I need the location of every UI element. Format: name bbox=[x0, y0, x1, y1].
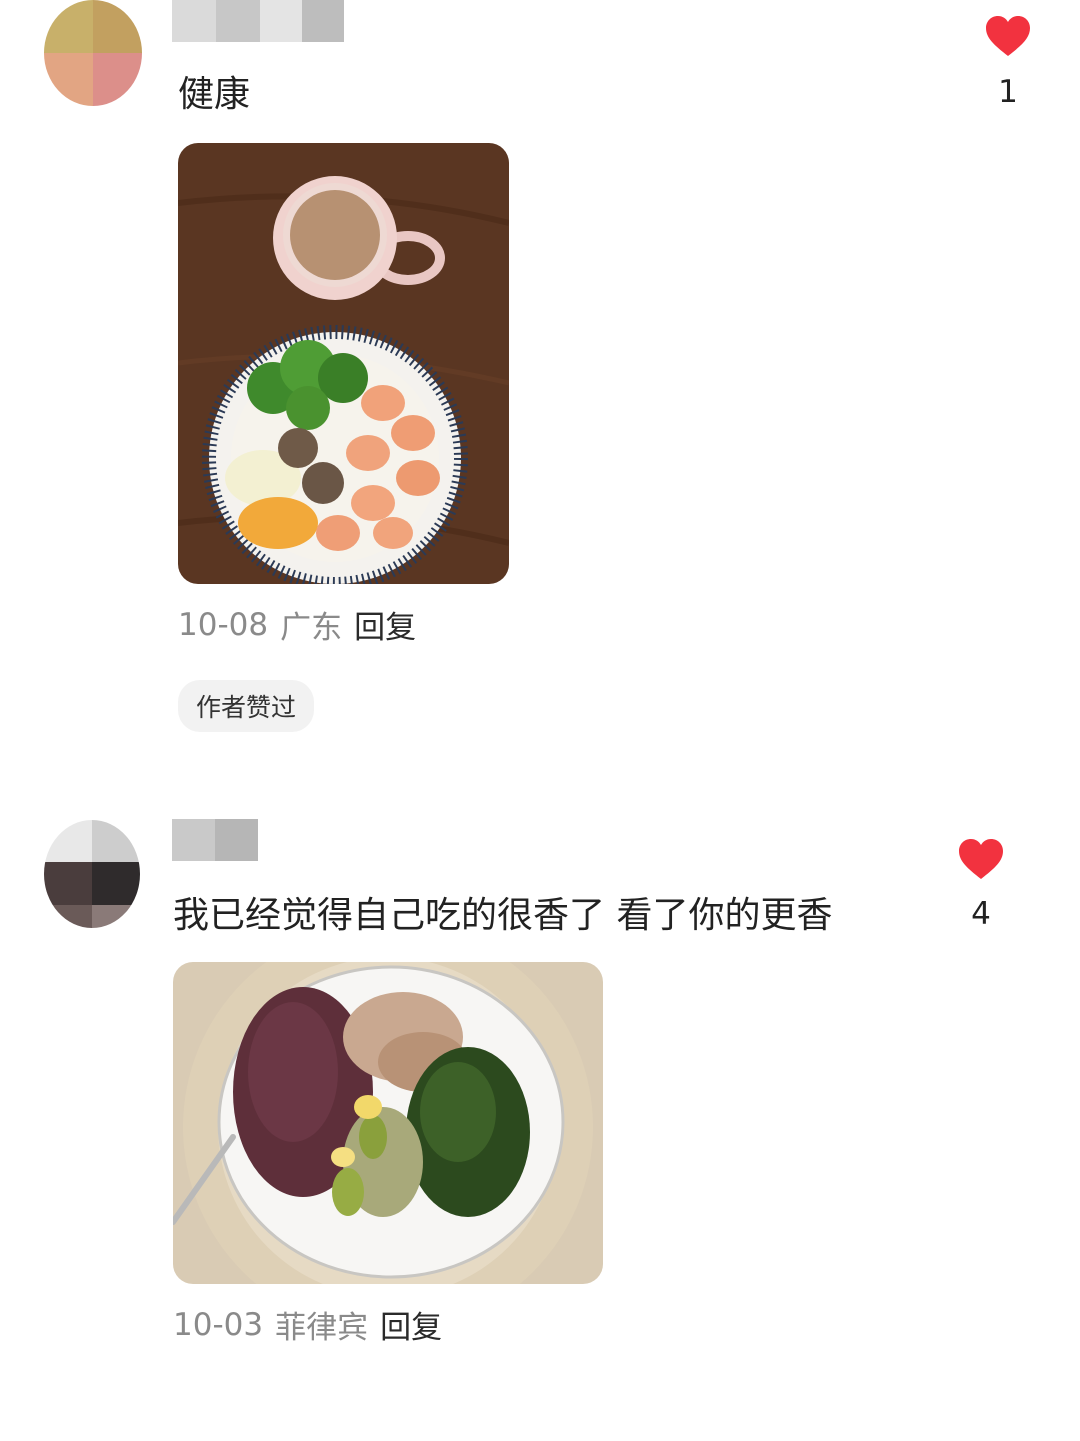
author-liked-badge: 作者赞过 bbox=[178, 680, 315, 732]
avatar[interactable] bbox=[44, 820, 140, 928]
comment-location: 广东 bbox=[280, 610, 343, 646]
comment-image[interactable] bbox=[173, 962, 603, 1284]
username[interactable] bbox=[172, 819, 258, 861]
comment-location: 菲律宾 bbox=[275, 1310, 369, 1346]
comment-image[interactable] bbox=[178, 143, 509, 584]
heart-icon bbox=[959, 839, 1003, 879]
comment-meta: 10-03 菲律宾 回复 bbox=[173, 1302, 442, 1347]
comment-text: 健康 bbox=[178, 74, 251, 115]
comment-date: 10-03 bbox=[173, 1306, 264, 1343]
username[interactable] bbox=[172, 0, 344, 42]
heart-icon bbox=[986, 16, 1030, 56]
like-button[interactable] bbox=[957, 837, 1005, 881]
comment-text: 我已经觉得自己吃的很香了 看了你的更香 bbox=[173, 895, 833, 936]
reply-button[interactable]: 回复 bbox=[380, 1302, 442, 1347]
reply-button[interactable]: 回复 bbox=[354, 602, 416, 647]
like-count: 1 bbox=[998, 74, 1018, 110]
comment-date: 10-08 bbox=[178, 606, 269, 643]
comment-meta: 10-08 广东 回复 bbox=[178, 602, 416, 647]
like-button[interactable] bbox=[984, 14, 1032, 58]
like-count: 4 bbox=[971, 896, 991, 932]
food-photo bbox=[178, 143, 509, 584]
avatar[interactable] bbox=[44, 0, 142, 106]
food-photo bbox=[173, 962, 603, 1284]
